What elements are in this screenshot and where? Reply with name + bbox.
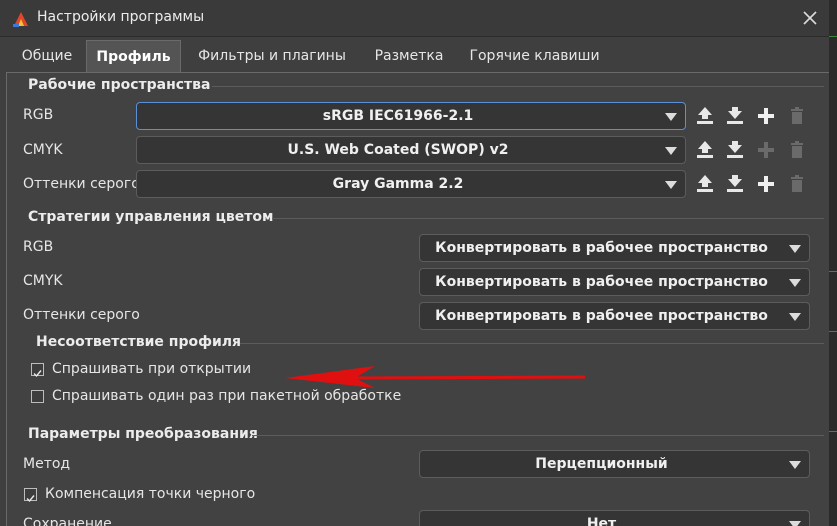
workspace-rgb-value: sRGB IEC61966-2.1: [322, 108, 474, 124]
download-icon[interactable]: [724, 139, 746, 161]
method-value: Перцепционный: [535, 456, 668, 472]
app-logo-icon: [12, 10, 30, 28]
tab-filters-plugins[interactable]: Фильтры и плагины: [186, 40, 358, 72]
workspace-rgb-label: RGB: [23, 107, 54, 123]
chevron-down-icon: [789, 313, 801, 321]
checkmark-icon: [26, 495, 35, 503]
strategy-rgb-label: RGB: [23, 239, 54, 255]
workspace-cmyk-value: U.S. Web Coated (SWOP) v2: [287, 142, 509, 158]
method-select[interactable]: Перцепционный: [419, 450, 810, 478]
ask-once-batch-checkbox[interactable]: [31, 390, 44, 403]
strategy-gray-label: Оттенки серого: [23, 307, 140, 323]
window-title: Настройки программы: [37, 9, 205, 25]
close-icon: [803, 11, 817, 25]
save-value: Нет: [586, 516, 617, 526]
strategy-rgb-value: Конвертировать в рабочее пространство: [435, 240, 768, 256]
workspace-cmyk-label: CMYK: [23, 142, 63, 158]
section-title-workspaces: Рабочие пространства: [28, 77, 211, 93]
save-label: Сохранение: [23, 516, 112, 526]
strategy-rgb-select[interactable]: Конвертировать в рабочее пространство: [419, 234, 810, 262]
plus-icon[interactable]: [755, 173, 777, 195]
section-divider: [240, 343, 824, 344]
workspace-rgb-select[interactable]: sRGB IEC61966-2.1: [136, 102, 686, 130]
trash-icon[interactable]: [786, 173, 808, 195]
tab-general[interactable]: Общие: [14, 40, 80, 72]
section-title-conversion: Параметры преобразования: [28, 426, 258, 442]
workspace-gray-label: Оттенки серого: [23, 176, 140, 192]
chevron-down-icon: [789, 461, 801, 469]
settings-window: Настройки программы Общие Профиль Фильтр…: [0, 0, 837, 526]
strategy-cmyk-label: CMYK: [23, 273, 63, 289]
workspace-gray-value: Gray Gamma 2.2: [332, 176, 464, 192]
chevron-down-icon: [789, 279, 801, 287]
save-select[interactable]: Нет: [419, 510, 810, 526]
chevron-down-icon: [665, 147, 677, 155]
title-bar: Настройки программы: [0, 0, 837, 37]
plus-icon[interactable]: [755, 105, 777, 127]
upload-icon[interactable]: [694, 105, 716, 127]
section-title-mismatch: Несоответствие профиля: [36, 334, 242, 350]
tab-hotkeys[interactable]: Горячие клавиши: [462, 40, 607, 72]
upload-icon[interactable]: [694, 139, 716, 161]
download-icon[interactable]: [724, 105, 746, 127]
trash-icon[interactable]: [786, 139, 808, 161]
ask-once-batch-label[interactable]: Спрашивать один раз при пакетной обработ…: [52, 388, 401, 404]
checkmark-icon: [33, 370, 42, 378]
ask-on-open-label[interactable]: Спрашивать при открытии: [52, 361, 251, 377]
annotation-arrow-icon: [285, 366, 585, 388]
download-icon[interactable]: [724, 173, 746, 195]
plus-icon[interactable]: [755, 139, 777, 161]
strategy-cmyk-select[interactable]: Конвертировать в рабочее пространство: [419, 268, 810, 296]
upload-icon[interactable]: [694, 173, 716, 195]
trash-icon[interactable]: [786, 105, 808, 127]
tab-profile[interactable]: Профиль: [86, 40, 181, 73]
strategy-gray-select[interactable]: Конвертировать в рабочее пространство: [419, 302, 810, 330]
strategy-cmyk-value: Конвертировать в рабочее пространство: [435, 274, 768, 290]
strategy-gray-value: Конвертировать в рабочее пространство: [435, 308, 768, 324]
black-point-checkbox[interactable]: [24, 488, 37, 503]
chevron-down-icon: [789, 521, 801, 526]
tab-markup[interactable]: Разметка: [363, 40, 455, 72]
chevron-down-icon: [789, 245, 801, 253]
section-divider: [252, 435, 824, 436]
ask-on-open-checkbox[interactable]: [31, 363, 44, 378]
close-button[interactable]: [796, 4, 824, 32]
section-title-strategies: Стратегии управления цветом: [28, 209, 274, 225]
black-point-label[interactable]: Компенсация точки черного: [45, 486, 255, 502]
method-label: Метод: [23, 456, 71, 472]
tab-bar: Общие Профиль Фильтры и плагины Разметка…: [6, 40, 837, 73]
workspace-gray-select[interactable]: Gray Gamma 2.2: [136, 170, 686, 198]
background-window-edge: [829, 0, 837, 526]
section-divider: [272, 218, 824, 219]
chevron-down-icon: [665, 113, 677, 121]
chevron-down-icon: [665, 181, 677, 189]
section-divider: [212, 86, 824, 87]
workspace-cmyk-select[interactable]: U.S. Web Coated (SWOP) v2: [136, 136, 686, 164]
